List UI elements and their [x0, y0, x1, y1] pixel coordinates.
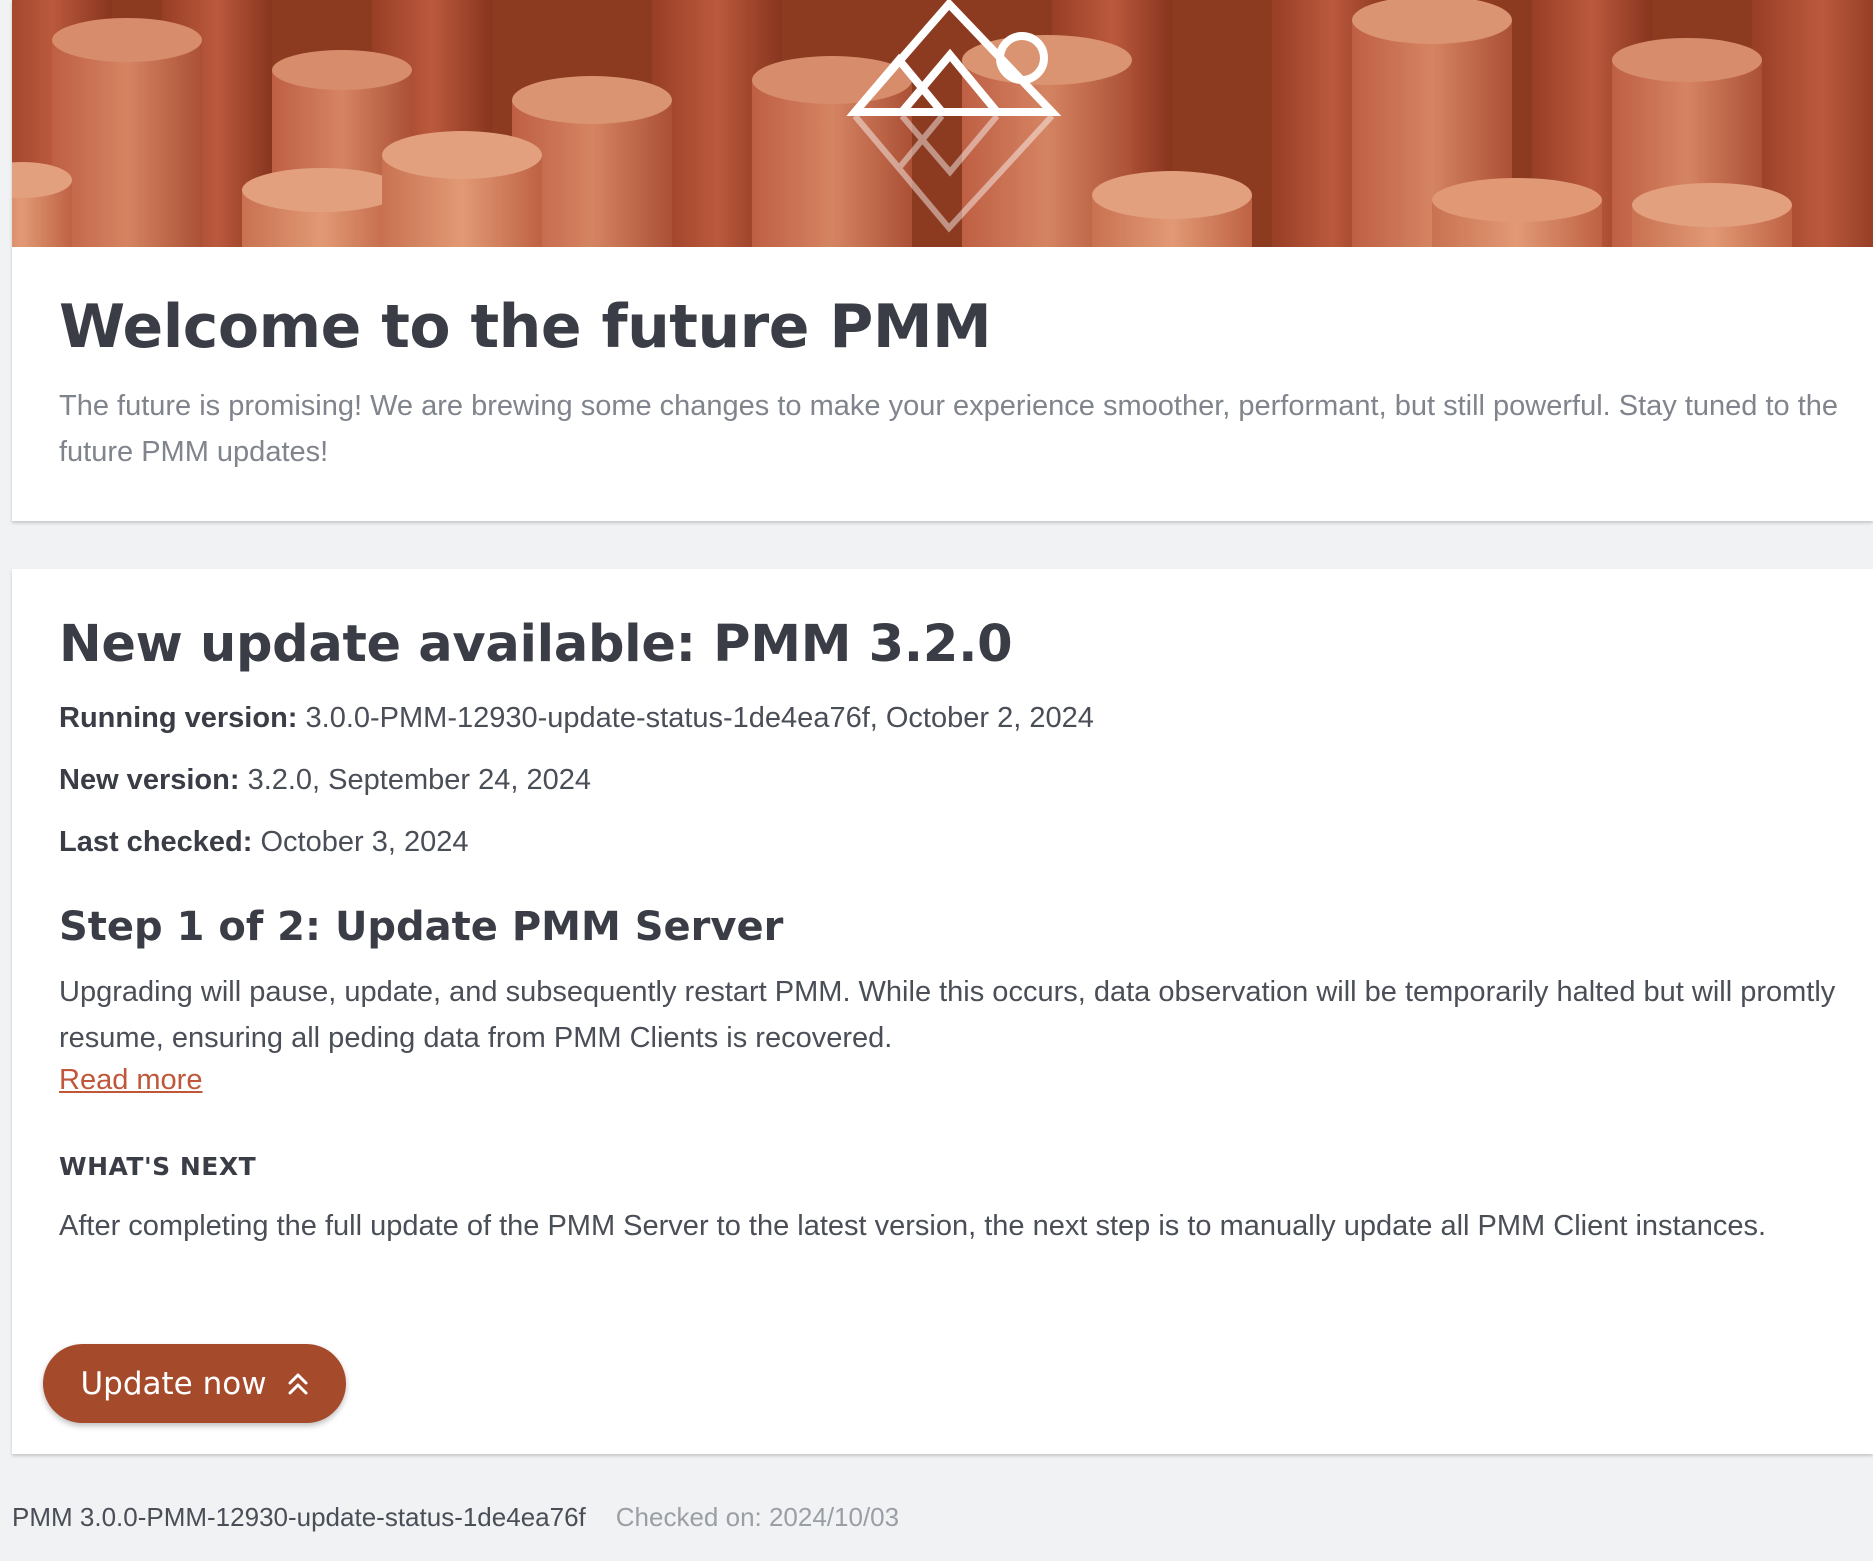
last-checked-row: Last checked: October 3, 2024	[59, 826, 468, 859]
step-title: Step 1 of 2: Update PMM Server	[59, 904, 784, 950]
update-title: New update available: PMM 3.2.0	[59, 615, 1013, 674]
welcome-card: Welcome to the future PMM The future is …	[12, 0, 1873, 521]
update-now-button[interactable]: Update now	[43, 1344, 346, 1423]
running-version-row: Running version: 3.0.0-PMM-12930-update-…	[59, 702, 1094, 735]
step-description: Upgrading will pause, update, and subseq…	[59, 976, 1836, 1054]
welcome-description: The future is promising! We are brewing …	[59, 390, 1839, 468]
update-card: New update available: PMM 3.2.0 Running …	[12, 569, 1873, 1454]
new-version-value: 3.2.0, September 24, 2024	[247, 764, 591, 796]
last-checked-label: Last checked:	[59, 826, 253, 858]
page: Welcome to the future PMM The future is …	[12, 0, 1873, 1561]
hero-banner	[12, 0, 1873, 247]
new-version-label: New version:	[59, 764, 240, 796]
update-now-label: Update now	[80, 1365, 267, 1402]
footer-version: PMM 3.0.0-PMM-12930-update-status-1de4ea…	[12, 1502, 586, 1532]
last-checked-value: October 3, 2024	[260, 826, 469, 858]
whats-next-description: After completing the full update of the …	[59, 1210, 1767, 1242]
hero-illustration	[12, 0, 1873, 247]
whats-next-heading: WHAT'S NEXT	[59, 1152, 257, 1181]
welcome-title: Welcome to the future PMM	[59, 292, 992, 362]
running-version-value: 3.0.0-PMM-12930-update-status-1de4ea76f,…	[305, 702, 1094, 734]
footer-checked-on: Checked on: 2024/10/03	[615, 1502, 900, 1532]
double-chevron-up-icon	[288, 1373, 308, 1394]
running-version-label: Running version:	[59, 702, 298, 734]
read-more-link[interactable]: Read more	[59, 1064, 202, 1097]
new-version-row: New version: 3.2.0, September 24, 2024	[59, 764, 591, 797]
footer: PMM 3.0.0-PMM-12930-update-status-1de4ea…	[12, 1502, 899, 1533]
